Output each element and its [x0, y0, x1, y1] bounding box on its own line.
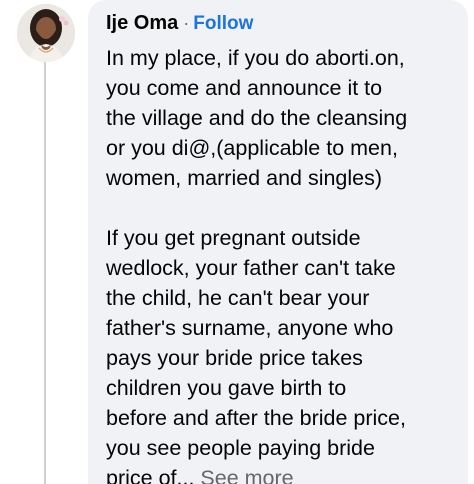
text-line: If you get pregnant outside: [106, 226, 361, 250]
comment-text: In my place, if you do aborti.on, you co…: [106, 43, 456, 484]
thread-line: [44, 62, 46, 484]
text-line: In my place, if you do aborti.on,: [106, 46, 405, 70]
text-line: the village and do the cleansing: [106, 106, 408, 130]
paragraph-1: In my place, if you do aborti.on, you co…: [106, 43, 456, 193]
text-line: pays your bride price takes: [106, 346, 363, 370]
text-line: you come and announce it to: [106, 76, 383, 100]
profile-photo: [17, 4, 75, 62]
see-more-link[interactable]: See more: [200, 466, 293, 484]
author-name[interactable]: Ije Oma: [106, 12, 178, 35]
separator-dot: ·: [183, 13, 190, 33]
paragraph-2: If you get pregnant outside wedlock, you…: [106, 223, 456, 484]
avatar[interactable]: [17, 4, 75, 62]
text-line: children you gave birth to: [106, 376, 347, 400]
text-line: or you di@,(applicable to men,: [106, 136, 398, 160]
text-line: father's surname, anyone who: [106, 316, 394, 340]
text-line: you see people paying bride: [106, 436, 375, 460]
text-line: wedlock, your father can't take: [106, 256, 396, 280]
truncated-text: price of...: [106, 466, 195, 484]
text-line: women, married and singles): [106, 166, 383, 190]
comment-header: Ije Oma · Follow: [106, 12, 253, 35]
comment-thread: Ije Oma · Follow In my place, if you do …: [0, 0, 474, 484]
follow-button[interactable]: Follow: [193, 13, 253, 35]
text-line: the child, he can't bear your: [106, 286, 370, 310]
text-line-last: price of... See more: [106, 463, 456, 484]
text-line: before and after the bride price,: [106, 406, 406, 430]
comment-bubble: Ije Oma · Follow In my place, if you do …: [88, 0, 468, 484]
